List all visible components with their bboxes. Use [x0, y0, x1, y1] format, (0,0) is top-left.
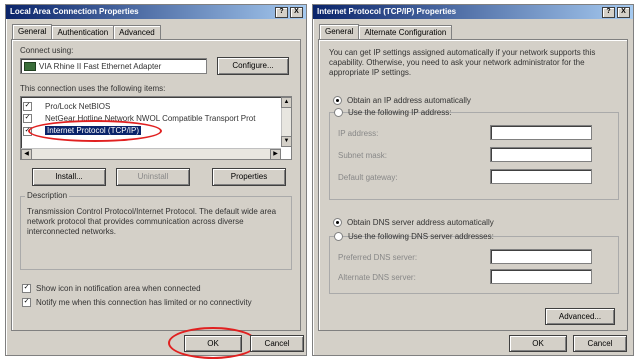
- adapter-name: VIA Rhine II Fast Ethernet Adapter: [39, 62, 162, 71]
- alternate-dns-field[interactable]: [490, 269, 592, 284]
- list-scrollbar[interactable]: ▲ ▼: [281, 97, 291, 147]
- subnet-mask-field[interactable]: [490, 147, 592, 162]
- notify-checkbox[interactable]: ✓: [22, 298, 31, 307]
- tab-general[interactable]: General: [12, 24, 53, 39]
- use-following-dns-label: Use the following DNS server addresses:: [348, 232, 494, 241]
- ip-address-label: IP address:: [338, 129, 379, 138]
- preferred-dns-label: Preferred DNS server:: [338, 253, 418, 262]
- local-area-connection-properties-window: Local Area Connection Properties ? X Gen…: [5, 4, 307, 359]
- preferred-dns-field[interactable]: [490, 249, 592, 264]
- help-button[interactable]: ?: [602, 7, 615, 18]
- close-button[interactable]: X: [617, 7, 630, 18]
- subnet-mask-label: Subnet mask:: [338, 151, 387, 160]
- tcpip-properties-window: Internet Protocol (TCP/IP) Properties ? …: [312, 4, 634, 356]
- tab-general[interactable]: General: [319, 24, 360, 39]
- intro-text: You can get IP settings assigned automat…: [329, 48, 596, 77]
- components-label: This connection uses the following items…: [20, 84, 166, 93]
- obtain-ip-auto-label: Obtain an IP address automatically: [347, 96, 471, 105]
- dns-group: Use the following DNS server addresses: …: [329, 232, 619, 294]
- use-following-ip-radio[interactable]: [334, 108, 343, 117]
- obtain-dns-auto-label: Obtain DNS server address automatically: [347, 218, 494, 227]
- connect-using-label: Connect using:: [20, 46, 74, 55]
- scroll-up-icon[interactable]: ▲: [281, 97, 291, 108]
- tab-strip: General Alternate Configuration: [319, 24, 453, 40]
- ok-button[interactable]: OK: [509, 335, 567, 352]
- close-button[interactable]: X: [290, 7, 303, 18]
- title-bar: Local Area Connection Properties ? X: [6, 5, 306, 19]
- general-panel: Connect using: VIA Rhine II Fast Etherne…: [11, 39, 301, 331]
- tab-authentication[interactable]: Authentication: [51, 25, 115, 40]
- show-icon-checkbox[interactable]: ✓: [22, 284, 31, 293]
- highlight-ellipse: [28, 120, 162, 142]
- install-button[interactable]: Install...: [32, 168, 106, 186]
- use-following-ip-label: Use the following IP address:: [348, 108, 452, 117]
- window-title: Local Area Connection Properties: [10, 7, 139, 16]
- tab-advanced[interactable]: Advanced: [113, 25, 161, 40]
- cancel-button[interactable]: Cancel: [573, 335, 627, 352]
- component-checkbox[interactable]: ✓: [23, 102, 32, 111]
- obtain-ip-auto-radio[interactable]: [333, 96, 342, 105]
- scroll-right-icon[interactable]: ▶: [270, 149, 281, 159]
- description-group: Description Transmission Control Protoco…: [20, 191, 292, 270]
- window-title: Internet Protocol (TCP/IP) Properties: [317, 7, 457, 16]
- tab-strip: General Authentication Advanced: [12, 24, 161, 40]
- title-bar: Internet Protocol (TCP/IP) Properties ? …: [313, 5, 633, 19]
- properties-button[interactable]: Properties: [212, 168, 286, 186]
- tab-alternate-configuration[interactable]: Alternate Configuration: [358, 25, 453, 40]
- ip-address-group: Use the following IP address: IP address…: [329, 108, 619, 200]
- adapter-field: VIA Rhine II Fast Ethernet Adapter: [20, 58, 207, 74]
- show-icon-label: Show icon in notification area when conn…: [36, 284, 201, 293]
- scroll-left-icon[interactable]: ◀: [21, 149, 32, 159]
- cancel-button[interactable]: Cancel: [250, 335, 304, 352]
- ok-highlight-ellipse: [168, 327, 258, 359]
- alternate-dns-label: Alternate DNS server:: [338, 273, 416, 282]
- help-button[interactable]: ?: [275, 7, 288, 18]
- description-title: Description: [25, 191, 70, 200]
- default-gateway-label: Default gateway:: [338, 173, 398, 182]
- horizontal-scrollbar[interactable]: ◀ ▶: [21, 148, 281, 159]
- notify-label: Notify me when this connection has limit…: [36, 298, 252, 307]
- uninstall-button[interactable]: Uninstall: [116, 168, 190, 186]
- component-checkbox[interactable]: ✓: [23, 114, 32, 123]
- scroll-down-icon[interactable]: ▼: [281, 136, 291, 147]
- advanced-button[interactable]: Advanced...: [545, 308, 615, 325]
- network-card-icon: [24, 62, 36, 71]
- component-label: Pro/Lock NetBIOS: [45, 102, 111, 111]
- description-text: Transmission Control Protocol/Internet P…: [27, 207, 277, 236]
- configure-button[interactable]: Configure...: [217, 57, 289, 75]
- use-following-dns-radio[interactable]: [334, 232, 343, 241]
- general-panel: You can get IP settings assigned automat…: [318, 39, 628, 331]
- default-gateway-field[interactable]: [490, 169, 592, 184]
- ip-address-field[interactable]: [490, 125, 592, 140]
- obtain-dns-auto-radio[interactable]: [333, 218, 342, 227]
